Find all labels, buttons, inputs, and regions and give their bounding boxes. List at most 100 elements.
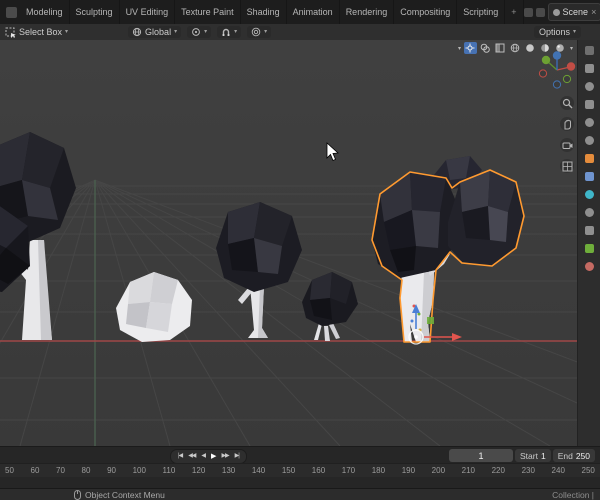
tab-shading[interactable]: Shading xyxy=(241,0,287,24)
gizmo-icon xyxy=(465,43,475,53)
camera-icon xyxy=(562,142,572,149)
ruler-tick: 120 xyxy=(191,466,206,475)
timeline-editor[interactable]: |◀ ◀◀ ◀ ▶ ▶▶ ▶| 1 Start 1 End 250 50 60 … xyxy=(0,446,600,489)
material-preview-button[interactable] xyxy=(539,42,552,54)
tab-constraints-icon[interactable] xyxy=(584,226,594,235)
tab-world-icon[interactable] xyxy=(584,136,594,145)
ruler-tick: 140 xyxy=(251,466,266,475)
rendered-sphere-icon xyxy=(556,44,565,52)
viewport-side-controls xyxy=(560,96,574,173)
show-overlays-button[interactable] xyxy=(479,42,492,54)
view-layer-icon[interactable] xyxy=(535,7,545,17)
pivot-point-dropdown[interactable]: ▾ xyxy=(187,26,212,38)
tab-rendering[interactable]: Rendering xyxy=(340,0,395,24)
tab-modifiers-icon[interactable] xyxy=(584,172,594,181)
chevron-down-icon: ▾ xyxy=(264,29,268,35)
tab-sculpting[interactable]: Sculpting xyxy=(70,0,120,24)
chevron-down-icon: ▾ xyxy=(572,29,576,35)
solid-sphere-icon xyxy=(526,44,535,52)
frame-fields: 1 Start 1 End 250 xyxy=(449,449,595,462)
axis-y-neg-handle[interactable] xyxy=(562,74,572,84)
globe-icon xyxy=(132,27,142,37)
tab-tool-icon[interactable] xyxy=(584,46,594,55)
magnifier-icon xyxy=(562,98,572,108)
chevron-down-icon: ▾ xyxy=(204,29,208,35)
status-collection-label: Collection | xyxy=(552,489,594,500)
tab-modeling[interactable]: Modeling xyxy=(20,0,70,24)
tab-object-icon[interactable] xyxy=(584,154,594,163)
grid-icon xyxy=(562,161,572,171)
tab-compositing[interactable]: Compositing xyxy=(394,0,458,24)
proportional-editing-icon xyxy=(251,27,261,37)
box-select-icon xyxy=(5,27,16,38)
current-frame-field[interactable]: 1 xyxy=(449,449,513,462)
tab-scene-icon[interactable] xyxy=(584,118,594,127)
pivot-icon xyxy=(192,28,200,36)
start-frame-field[interactable]: Start 1 xyxy=(515,449,551,462)
pan-button[interactable] xyxy=(560,117,574,131)
proportional-editing-toggle[interactable]: ▾ xyxy=(247,26,272,38)
jump-to-end-button[interactable]: ▶| xyxy=(232,450,242,463)
tab-object-data-icon[interactable] xyxy=(584,244,594,253)
ruler-tick: 50 xyxy=(5,466,14,475)
ruler-tick: 240 xyxy=(551,466,565,475)
xray-icon xyxy=(495,43,505,53)
tool-settings-bar: Select Box ▾ Global ▾ ▾ ▾ ▾ Options ▾ xyxy=(0,24,600,41)
timeline-ruler[interactable]: 50 60 70 80 90 100 110 120 130 140 150 1… xyxy=(0,463,600,477)
tab-uv-editing[interactable]: UV Editing xyxy=(120,0,176,24)
scene-clear-icon[interactable]: × xyxy=(591,7,596,17)
tab-view-layer-icon[interactable] xyxy=(584,100,594,109)
scene-icon xyxy=(552,8,560,16)
zoom-button[interactable] xyxy=(560,96,574,110)
add-workspace-button[interactable]: + xyxy=(505,0,524,24)
play-reverse-button[interactable]: ◀ xyxy=(198,450,208,463)
tab-animation[interactable]: Animation xyxy=(287,0,340,24)
chevron-down-icon: ▾ xyxy=(569,45,573,52)
axis-y-handle[interactable] xyxy=(541,55,551,65)
snap-toggle[interactable]: ▾ xyxy=(217,26,242,38)
active-tool-label: Select Box xyxy=(19,27,63,37)
next-keyframe-button[interactable]: ▶▶ xyxy=(218,450,231,463)
play-button[interactable]: ▶ xyxy=(208,450,218,463)
viewport-3d[interactable]: ▾ ▾ xyxy=(0,40,578,446)
show-gizmos-button[interactable] xyxy=(463,42,477,54)
tab-texture-paint[interactable]: Texture Paint xyxy=(175,0,241,24)
transform-orientation-dropdown[interactable]: Global ▾ xyxy=(128,26,182,38)
solid-shading-button[interactable] xyxy=(524,42,537,54)
overlays-icon xyxy=(481,43,491,53)
tab-material-icon[interactable] xyxy=(584,262,594,271)
axis-z-neg-handle[interactable] xyxy=(552,80,562,89)
magnet-icon xyxy=(222,28,230,36)
topbar-right: Scene × xyxy=(523,3,600,21)
previous-keyframe-button[interactable]: ◀◀ xyxy=(185,450,198,463)
chevron-down-icon: ▾ xyxy=(234,29,238,35)
ruler-tick: 150 xyxy=(281,466,296,475)
viewport-canvas xyxy=(0,40,578,446)
toggle-orthographic-button[interactable] xyxy=(560,159,574,173)
active-tool-selector[interactable]: Select Box ▾ xyxy=(5,27,68,38)
scene-selector[interactable]: Scene × xyxy=(547,3,600,21)
mouse-icon xyxy=(74,489,81,500)
tab-scripting[interactable]: Scripting xyxy=(457,0,506,24)
tab-particles-icon[interactable] xyxy=(584,190,594,199)
end-value: 250 xyxy=(575,450,590,461)
tab-output-icon[interactable] xyxy=(584,82,594,91)
blender-logo-icon[interactable] xyxy=(6,6,17,18)
tab-render-icon[interactable] xyxy=(584,64,594,73)
rendered-shading-button[interactable] xyxy=(554,42,567,54)
ruler-tick: 210 xyxy=(461,466,475,475)
toggle-xray-button[interactable] xyxy=(494,42,507,54)
camera-view-button[interactable] xyxy=(560,138,574,152)
jump-to-start-button[interactable]: |◀ xyxy=(175,450,185,463)
ruler-tick: 80 xyxy=(81,466,91,475)
start-label: Start xyxy=(520,450,538,461)
ruler-tick: 170 xyxy=(341,466,356,475)
end-frame-field[interactable]: End 250 xyxy=(552,449,595,462)
axis-x-handle[interactable] xyxy=(566,62,576,71)
editor-type-icon[interactable] xyxy=(523,7,533,17)
tab-physics-icon[interactable] xyxy=(584,208,594,217)
ruler-tick: 100 xyxy=(132,466,146,475)
options-dropdown[interactable]: Options ▾ xyxy=(533,26,581,38)
axis-x-neg-handle[interactable] xyxy=(538,69,548,78)
wireframe-shading-button[interactable] xyxy=(509,42,522,54)
